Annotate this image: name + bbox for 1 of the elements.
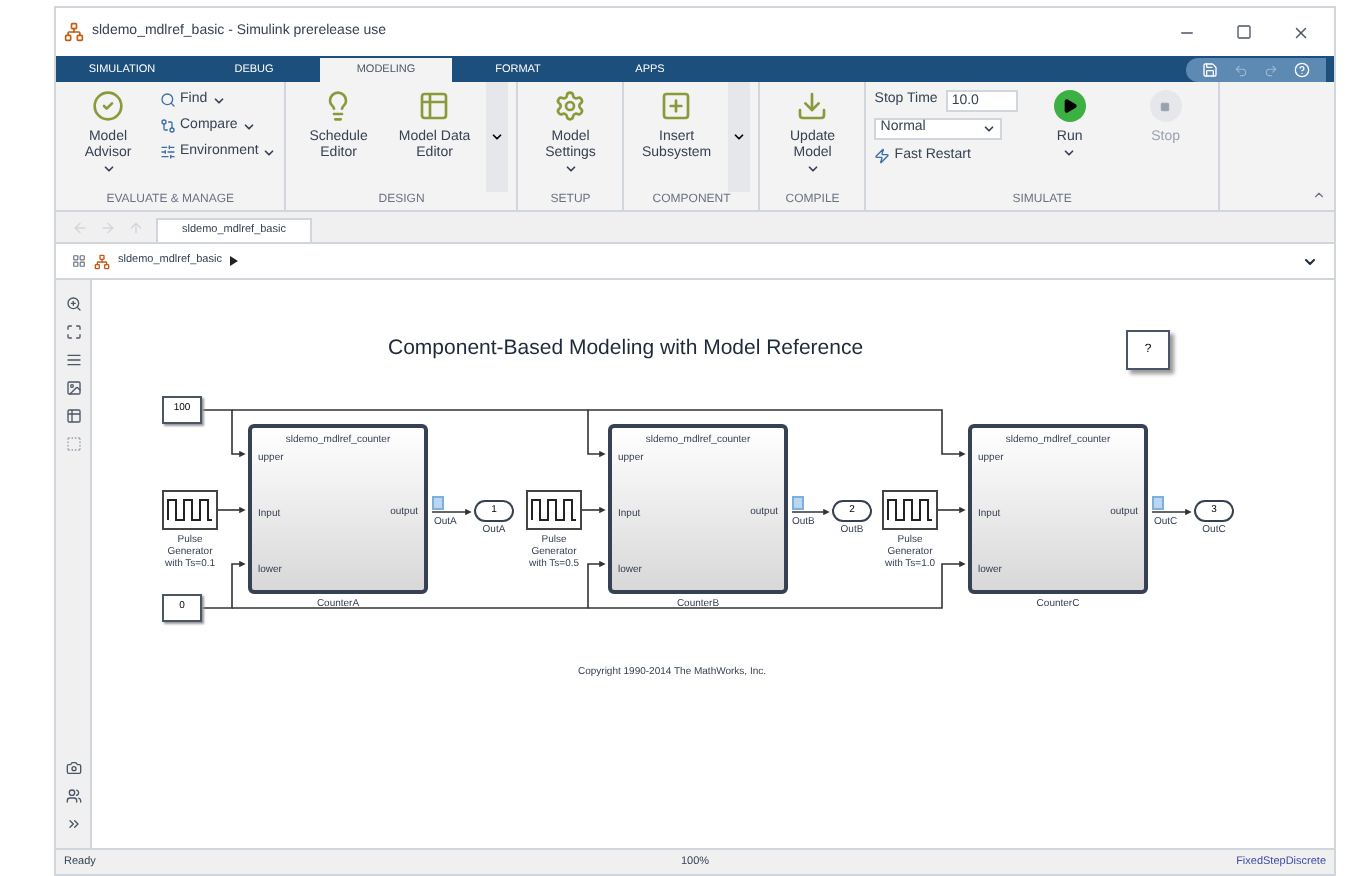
diagram-title: Component-Based Modeling with Model Reference (388, 334, 864, 364)
